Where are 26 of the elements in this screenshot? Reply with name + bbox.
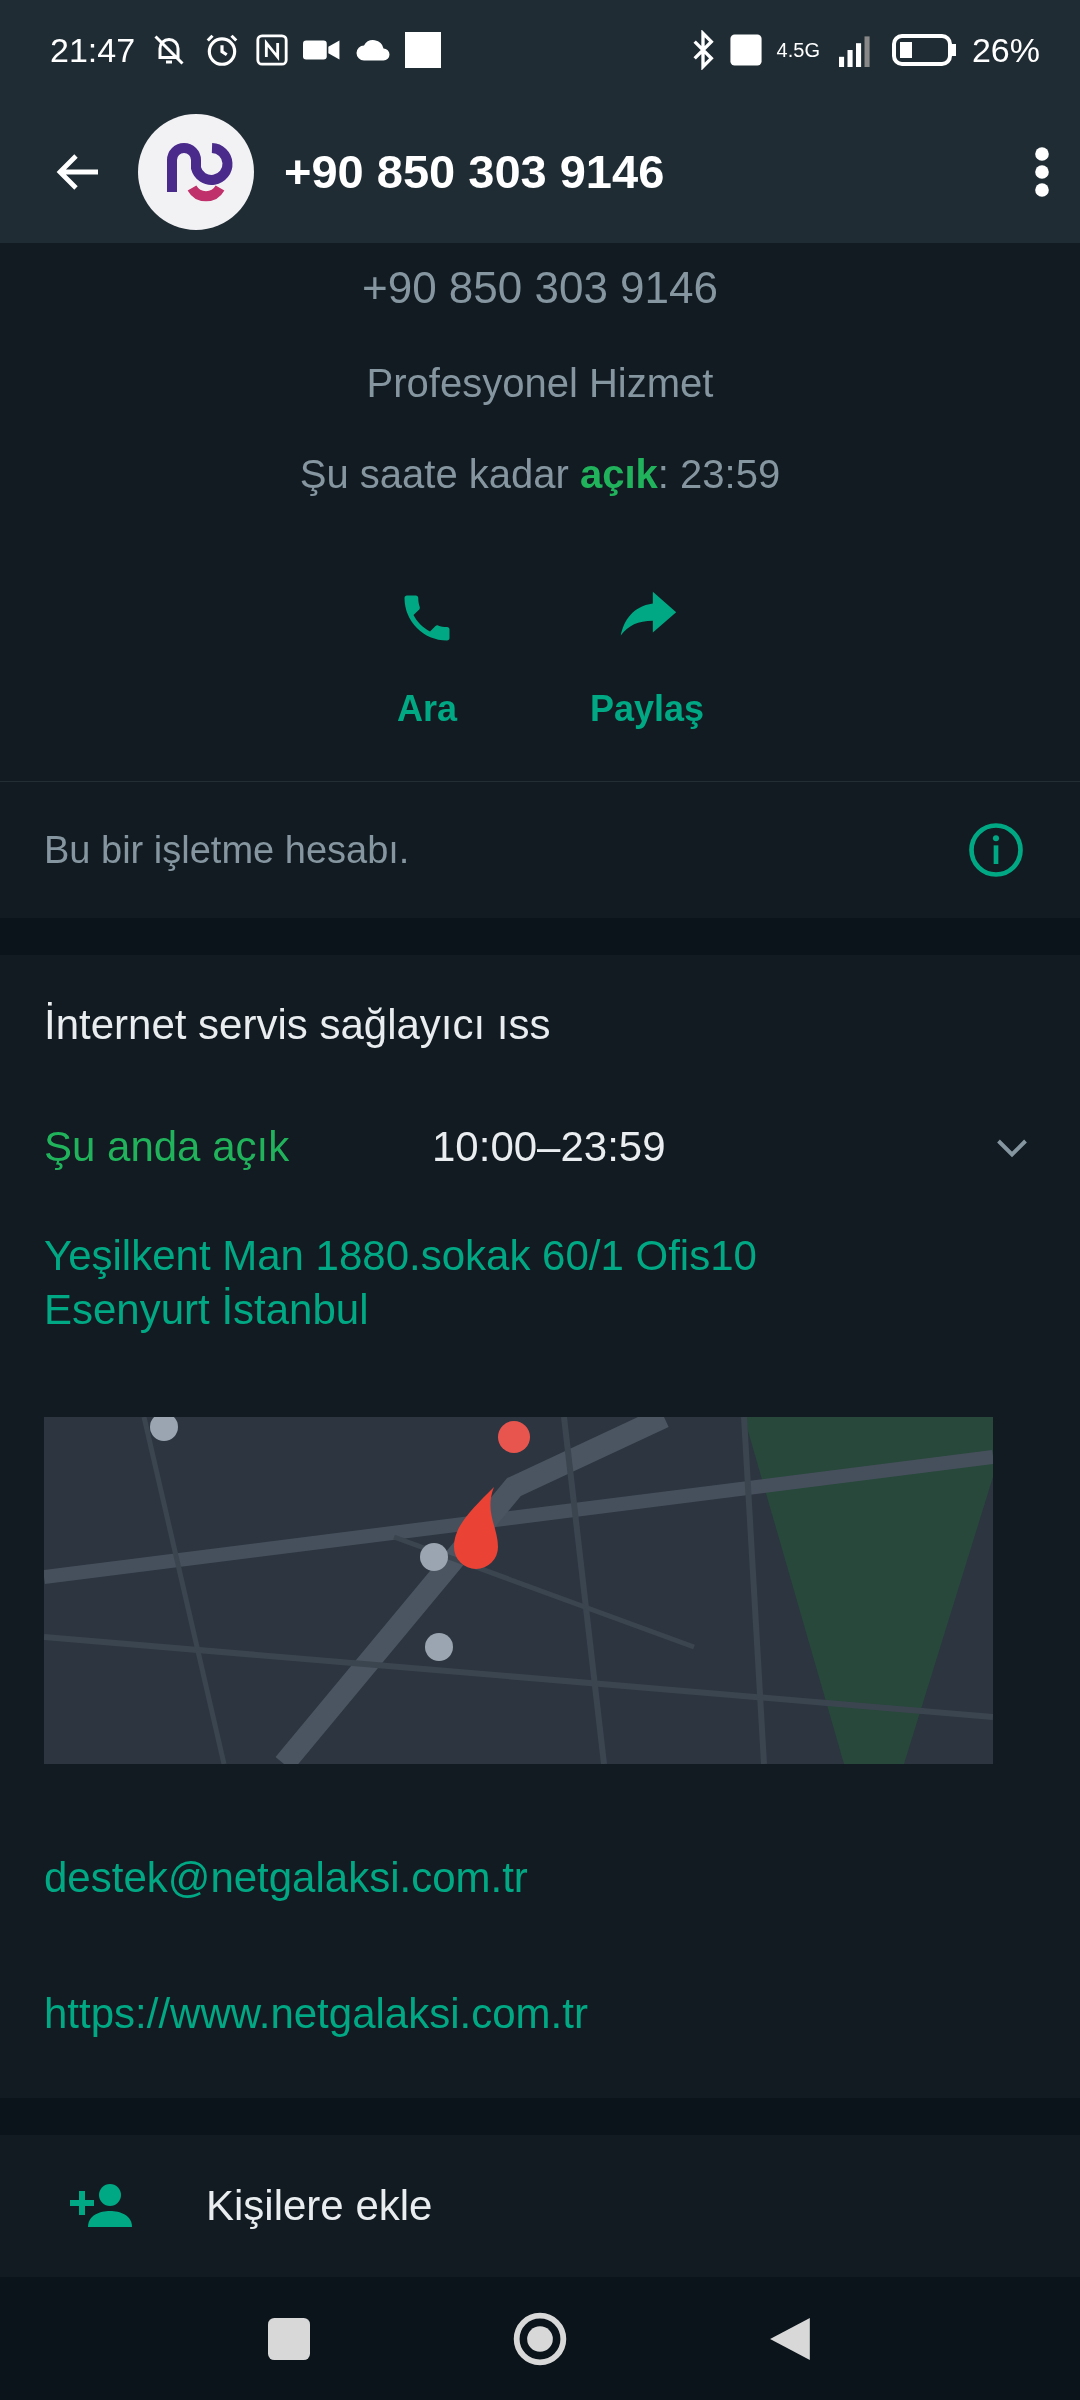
business-description: İnternet servis sağlayıcı ıss <box>43 1000 552 1050</box>
call-button[interactable]: Ara <box>362 587 492 731</box>
info-icon[interactable] <box>968 822 1024 878</box>
opening-status: Şu saate kadar açık: 23:59 <box>298 451 782 497</box>
address-link[interactable]: Yeşilkent Man 1880.sokak 60/1 Ofis10 Esenyurt İstanbul <box>0 1195 888 1377</box>
more-options-icon[interactable] <box>1034 145 1050 198</box>
email-link[interactable]: destek@netgalaksi.com.tr <box>0 1854 1080 1902</box>
circle-icon[interactable] <box>512 2310 568 2367</box>
triangle-icon[interactable] <box>770 2315 812 2362</box>
network-type: 4.5G <box>776 38 820 62</box>
business-hours: 10:00–23:59 <box>432 1123 667 1171</box>
hours-status: Şu anda açık <box>44 1123 291 1171</box>
share-button[interactable]: Paylaş <box>582 587 712 731</box>
battery-percent: 26% <box>971 30 1040 70</box>
website-link[interactable]: https://www.netgalaksi.com.tr <box>0 1990 1080 2038</box>
add-contact-button[interactable]: Kişilere ekle <box>0 2135 1080 2277</box>
clock-time: 21:47 <box>50 30 136 70</box>
square-icon <box>405 32 442 68</box>
business-category: Profesyonel Hizmet <box>365 360 715 406</box>
battery-icon <box>891 34 958 66</box>
contact-title: +90 850 303 9146 <box>284 144 666 199</box>
business-account-notice: Bu bir işletme hesabı. <box>44 828 411 872</box>
phone-number: +90 850 303 9146 <box>361 262 719 313</box>
square-icon[interactable] <box>268 2317 310 2360</box>
cloud-icon <box>355 38 392 62</box>
nfc-icon <box>255 33 290 67</box>
